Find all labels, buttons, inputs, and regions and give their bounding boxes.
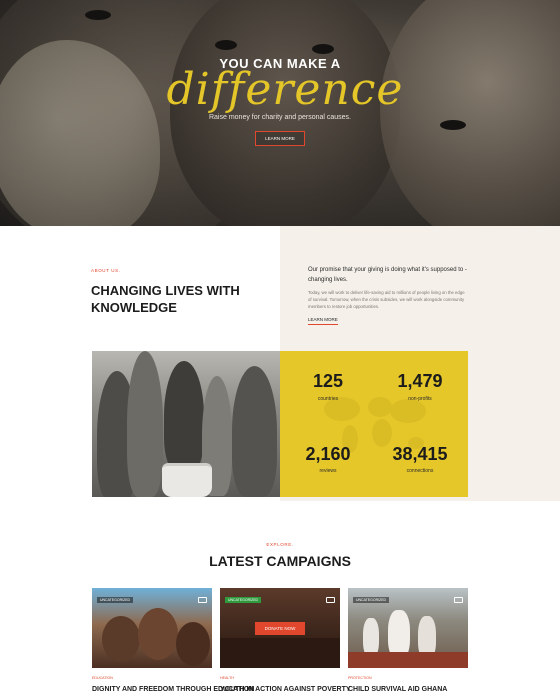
campaign-title[interactable]: YOUTH IN ACTION AGAINST POVERTY [220,686,351,693]
stat-value-non-profits: 1,479 [397,371,443,391]
photo-person [232,366,277,497]
photo-bucket [162,463,212,497]
campaigns-heading: LATEST CAMPAIGNS [209,553,351,569]
campaign-tag: UNCATEGORIZED [97,597,134,603]
camera-icon [326,597,335,603]
stats-panel: 125 countries 1,479 non-profits 2,160 re… [280,351,468,497]
hero-banner: YOU CAN MAKE A difference Raise money fo… [0,0,560,226]
campaigns-eyebrow: EXPLORE. [266,542,294,547]
photo-person [164,361,204,471]
campaign-card-image[interactable]: UNCATEGORIZED [92,588,212,668]
hero-subtitle: Raise money for charity and personal cau… [208,114,352,121]
photo-child [176,622,210,666]
about-learn-more-link[interactable]: LEARN MORE [308,317,338,325]
donate-now-button[interactable]: DONATE NOW [255,622,305,635]
photo-ground [348,652,468,668]
photo-person [127,351,163,497]
stat-label-reviews: reviews [319,468,337,474]
camera-icon [198,597,207,603]
about-promise: Our promise that your giving is doing wh… [308,267,467,283]
stat-value-connections: 38,415 [392,444,448,464]
stat-label-connections: connections [406,468,434,474]
campaign-tag: UNCATEGORIZED [353,597,390,603]
stat-label-countries: countries [317,396,339,402]
hero-script-word: difference [166,64,404,115]
hero-eye [312,44,334,54]
volunteers-photo [92,351,280,497]
about-body: Today, we will work to deliver life-savi… [308,290,465,309]
stat-value-reviews: 2,160 [305,444,351,464]
campaign-card-image[interactable]: UNCATEGORIZED DONATE NOW [220,588,340,668]
campaign-title[interactable]: CHILD SURVIVAL AID GHANA [348,686,447,693]
photo-child [138,608,178,660]
hero-eye [85,10,111,20]
campaign-category: EDUCATION [92,676,113,680]
photo-child [102,616,140,662]
hero-learn-more-button[interactable]: LEARN MORE [255,131,305,146]
about-heading: CHANGING LIVES WITH KNOWLEDGE [91,283,240,315]
camera-icon [454,597,463,603]
stat-value-countries: 125 [312,371,344,391]
hero-eye [440,120,466,130]
campaign-category: PROTECTION [348,676,372,680]
photo-ground [220,638,340,668]
campaign-category: HEALTH [220,676,234,680]
campaign-card-image[interactable]: UNCATEGORIZED [348,588,468,668]
campaign-tag: UNCATEGORIZED [225,597,262,603]
hero-eye [215,40,237,50]
about-eyebrow: ABOUT US. [91,268,121,273]
stat-label-non-profits: non-profits [408,396,432,402]
